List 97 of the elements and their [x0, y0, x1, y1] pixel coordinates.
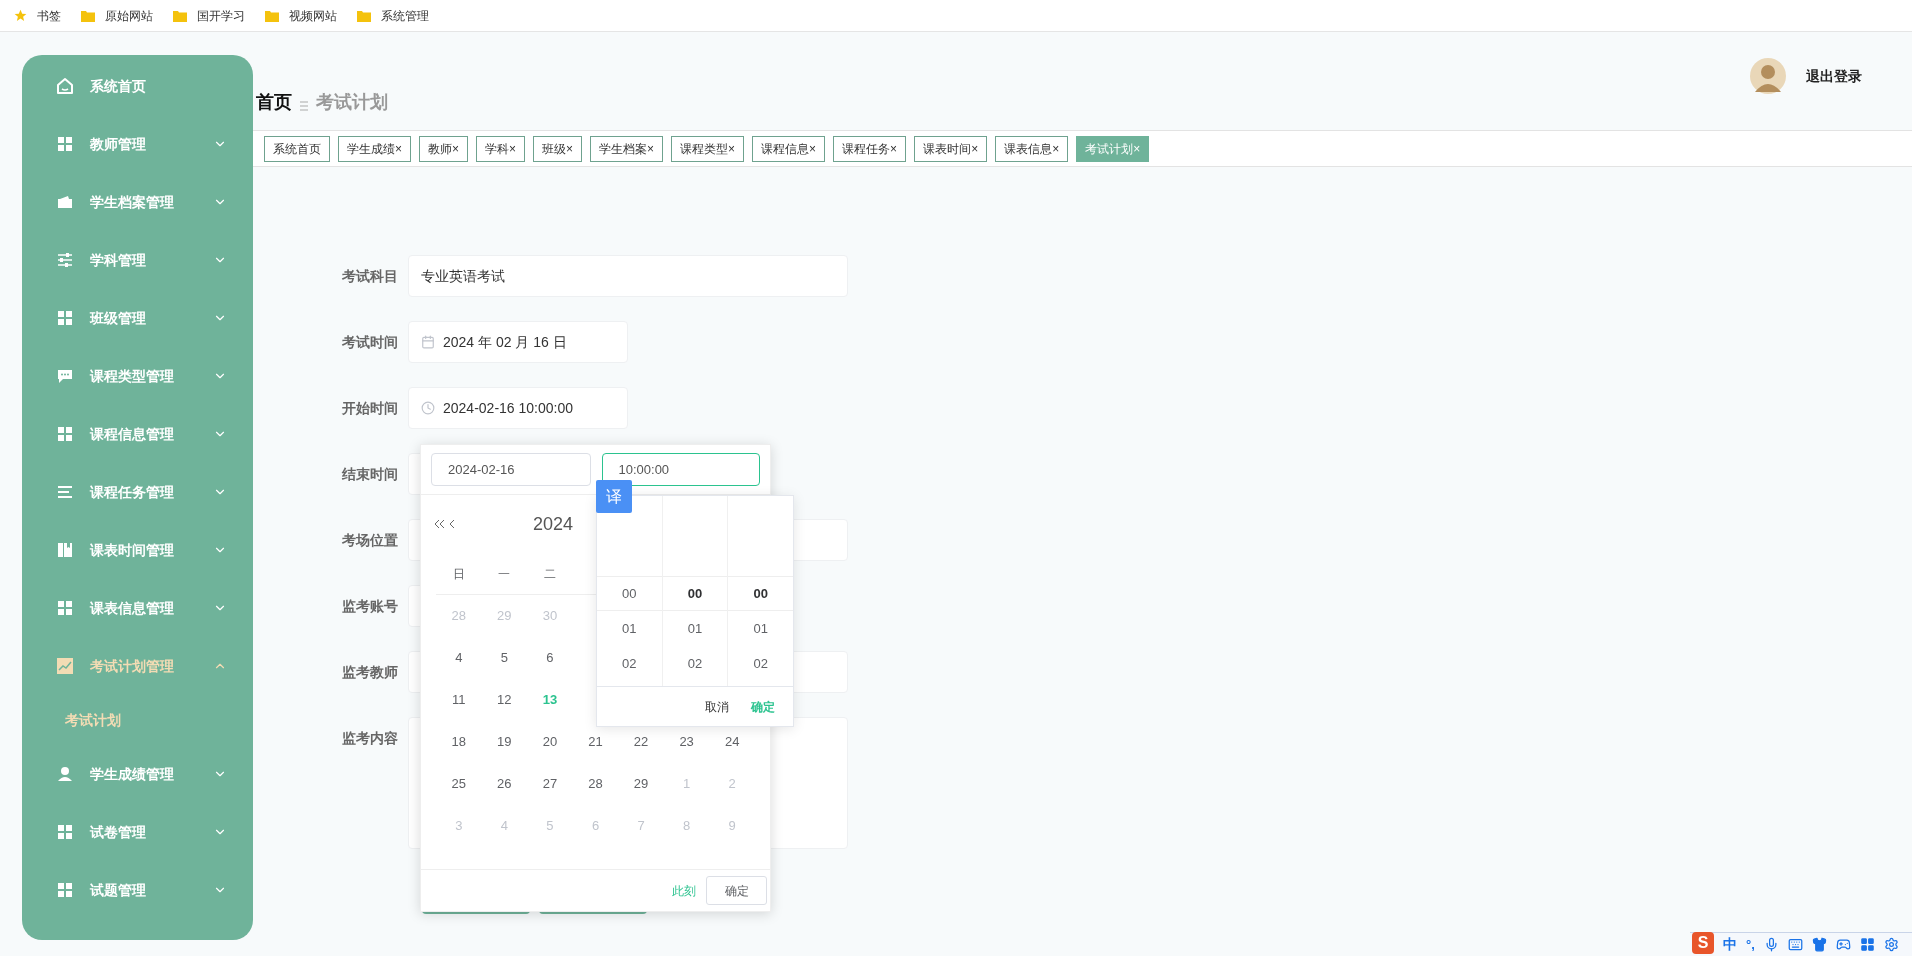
logout-link[interactable]: 退出登录	[1806, 66, 1862, 87]
avatar-icon[interactable]	[1750, 58, 1786, 94]
time-option[interactable]: 02	[662, 646, 728, 681]
calendar-day[interactable]: 27	[527, 774, 573, 794]
date-input[interactable]: 2024-02-16	[431, 453, 591, 486]
microphone-icon[interactable]	[1763, 937, 1779, 952]
separator-icon	[300, 101, 308, 111]
page-tab[interactable]: 课表信息×	[995, 135, 1069, 162]
chat-icon	[56, 367, 74, 385]
grid-icon	[56, 309, 74, 327]
datetime-field[interactable]: 2024-02-16 10:00:00	[408, 387, 628, 429]
bookmark-link[interactable]: 视频网站	[289, 6, 337, 25]
clock-icon	[421, 401, 435, 415]
time-option[interactable]: 02	[728, 646, 793, 681]
time-option[interactable]: 01	[728, 611, 793, 646]
page-tab[interactable]: 课程类型×	[671, 135, 745, 162]
page-tab[interactable]: 课程任务×	[833, 135, 907, 162]
calendar-day[interactable]: 18	[436, 732, 482, 752]
calendar-day[interactable]: 21	[572, 732, 619, 752]
book-icon	[56, 541, 74, 559]
settings-icon[interactable]	[1883, 937, 1899, 952]
time-option[interactable]: 00	[597, 576, 662, 611]
bookmark-link[interactable]: 国开学习	[197, 6, 245, 25]
page-tab[interactable]: 学科×	[476, 135, 526, 162]
chart-icon	[56, 657, 74, 675]
text-field[interactable]: 专业英语考试	[408, 255, 848, 297]
calendar-day[interactable]: 23	[663, 732, 710, 752]
calendar-day[interactable]: 19	[481, 732, 528, 752]
keyboard-icon[interactable]	[1787, 937, 1803, 952]
breadcrumb-home[interactable]: 首页	[256, 89, 292, 116]
field-label: 监考内容	[341, 729, 399, 748]
list-icon	[56, 483, 74, 501]
time-option[interactable]: 00	[662, 576, 728, 611]
breadcrumb-current: 考试计划	[316, 91, 388, 114]
field-label: 开始时间	[341, 399, 399, 418]
folder-icon	[357, 9, 371, 22]
calendar-day[interactable]: 24	[709, 732, 755, 752]
calendar-day[interactable]: 26	[481, 774, 528, 794]
grid-icon[interactable]	[1859, 937, 1875, 952]
folder-icon	[173, 9, 187, 22]
chevron-left-icon[interactable]	[448, 519, 456, 529]
bookmark-link[interactable]: 原始网站	[105, 6, 153, 25]
folder-icon	[81, 9, 95, 22]
bookmark-link[interactable]: 书签	[37, 6, 61, 25]
page-tab[interactable]: 系统首页	[264, 135, 330, 162]
field-label: 监考教师	[341, 663, 399, 682]
grid-icon	[56, 425, 74, 443]
bookmark-link[interactable]: 系统管理	[381, 6, 429, 25]
field-label: 考试科目	[341, 267, 399, 286]
calendar-day[interactable]: 11	[436, 690, 482, 710]
ime-logo[interactable]: S	[1692, 931, 1714, 954]
weekday-label: 一	[497, 565, 512, 583]
calendar-day[interactable]: 25	[436, 774, 482, 794]
user-icon	[56, 765, 74, 783]
calendar-icon	[421, 335, 435, 349]
calendar-day[interactable]: 5	[481, 648, 528, 668]
grid-icon	[56, 881, 74, 899]
calendar-day[interactable]: 22	[618, 732, 664, 752]
date-field[interactable]: 2024 年 02 月 16 日	[408, 321, 628, 363]
calendar-day[interactable]: 12	[481, 690, 528, 710]
field-label: 考场位置	[341, 531, 399, 550]
sliders-icon	[56, 251, 74, 269]
home-icon	[56, 77, 74, 95]
page-tab[interactable]: 班级×	[533, 135, 583, 162]
star-icon	[14, 9, 27, 22]
ok-button[interactable]: 确定	[706, 876, 767, 905]
ime-punctuation[interactable]: °,	[1746, 934, 1755, 955]
weekday-label: 日	[451, 565, 466, 583]
calendar-day[interactable]: 29	[618, 774, 664, 794]
grid-icon	[56, 823, 74, 841]
folder-icon	[265, 9, 279, 22]
cancel-button[interactable]: 取消	[705, 697, 729, 716]
grid-icon	[56, 599, 74, 617]
weekday-label: 二	[542, 565, 557, 583]
wallet-icon	[56, 193, 74, 211]
time-option[interactable]: 02	[597, 646, 662, 681]
page-tab[interactable]: 学生档案×	[590, 135, 664, 162]
time-option[interactable]: 01	[662, 611, 728, 646]
time-option[interactable]: 01	[597, 611, 662, 646]
shirt-icon[interactable]	[1811, 937, 1827, 952]
page-tab[interactable]: 教师×	[419, 135, 469, 162]
ime-mode[interactable]: 中	[1723, 934, 1737, 955]
page-tab[interactable]: 学生成绩×	[338, 135, 411, 162]
double-chevron-left-icon[interactable]	[434, 519, 446, 529]
field-label: 结束时间	[341, 465, 399, 484]
page-tab[interactable]: 课程信息×	[752, 135, 826, 162]
gamepad-icon[interactable]	[1835, 937, 1851, 952]
grid-icon	[56, 135, 74, 153]
calendar-year[interactable]: 2024	[533, 510, 574, 538]
calendar-day[interactable]: 20	[527, 732, 573, 752]
calendar-day[interactable]: 4	[436, 648, 482, 668]
time-option[interactable]: 00	[728, 576, 793, 611]
calendar-day[interactable]: 6	[527, 648, 573, 668]
field-label: 监考账号	[341, 597, 399, 616]
page-tab[interactable]: 课表时间×	[914, 135, 988, 162]
calendar-day[interactable]: 28	[572, 774, 619, 794]
field-label: 考试时间	[341, 333, 399, 352]
